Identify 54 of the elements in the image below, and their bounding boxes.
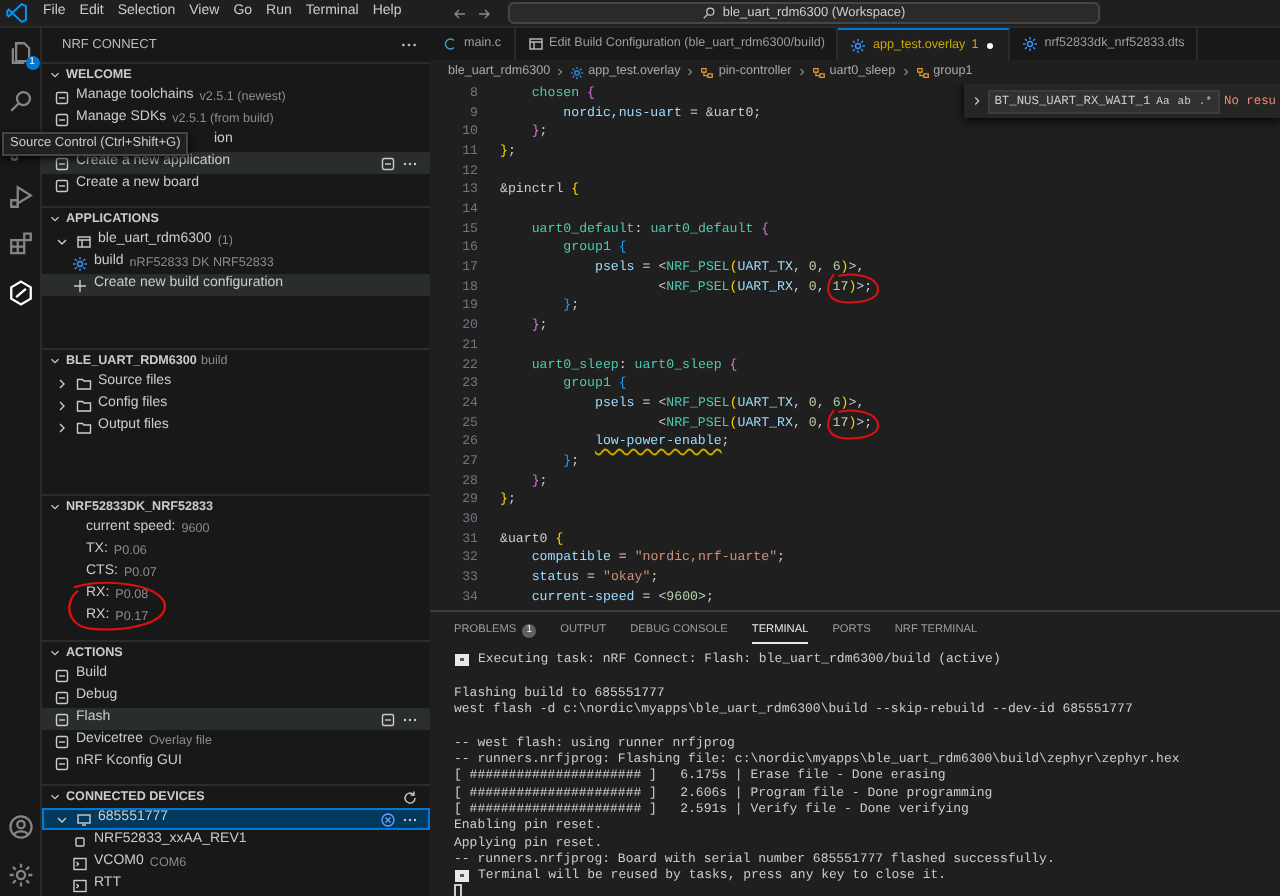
terminal-icon [72,855,88,871]
window-icon [527,36,544,52]
square-icon [54,689,70,705]
node-icon [811,65,826,79]
gear-icon [570,65,585,79]
chevron-right-icon[interactable] [54,397,70,413]
square-icon [54,711,70,727]
gear-icon [850,37,867,53]
settings-icon[interactable] [7,862,33,888]
hexagon-icon[interactable] [7,280,33,306]
chevron-right-icon[interactable] [54,419,70,435]
chevron-down-icon[interactable] [48,212,62,226]
node-icon [700,65,715,79]
task-icon [454,868,470,884]
extensions-icon[interactable] [7,232,33,258]
chevron-right-icon [554,66,567,78]
square-icon [54,755,70,771]
chevron-right-icon[interactable] [970,94,985,108]
chevron-right-icon [795,66,808,78]
forward-arrow-icon[interactable] [476,5,492,21]
chevron-right-icon [899,66,912,78]
square-icon [54,89,70,105]
files-icon[interactable] [7,40,33,66]
chevron-right-icon[interactable] [54,375,70,391]
plus-icon [72,277,88,293]
chevron-down-icon[interactable] [48,646,62,660]
search-icon[interactable] [7,88,33,114]
gear-icon [1022,36,1039,52]
square-icon [54,667,70,683]
chevron-down-icon[interactable] [48,68,62,82]
square-icon [54,111,70,127]
refresh-icon[interactable] [402,789,418,805]
chevron-down-icon[interactable] [48,500,62,514]
window-icon [76,233,92,249]
task-icon [454,652,470,669]
modified-dot-icon[interactable] [984,39,997,51]
square-icon [54,733,70,749]
terminal-cursor [454,884,462,896]
search-icon [702,6,717,20]
gear-icon [72,255,88,271]
run-debug-icon[interactable] [7,184,33,210]
chip-icon [72,833,88,849]
square-icon [54,155,70,171]
chevron-down-icon[interactable] [48,354,62,368]
c-file-icon [442,36,458,52]
terminal-icon [72,877,88,893]
square-icon [54,177,70,193]
account-icon[interactable] [7,814,33,840]
monitor-icon [76,811,92,827]
chevron-down-icon[interactable] [48,790,62,804]
code-editor-logo-icon [6,2,28,24]
chevron-right-icon [684,66,697,78]
node-icon [915,65,930,79]
back-arrow-icon[interactable] [452,5,468,21]
